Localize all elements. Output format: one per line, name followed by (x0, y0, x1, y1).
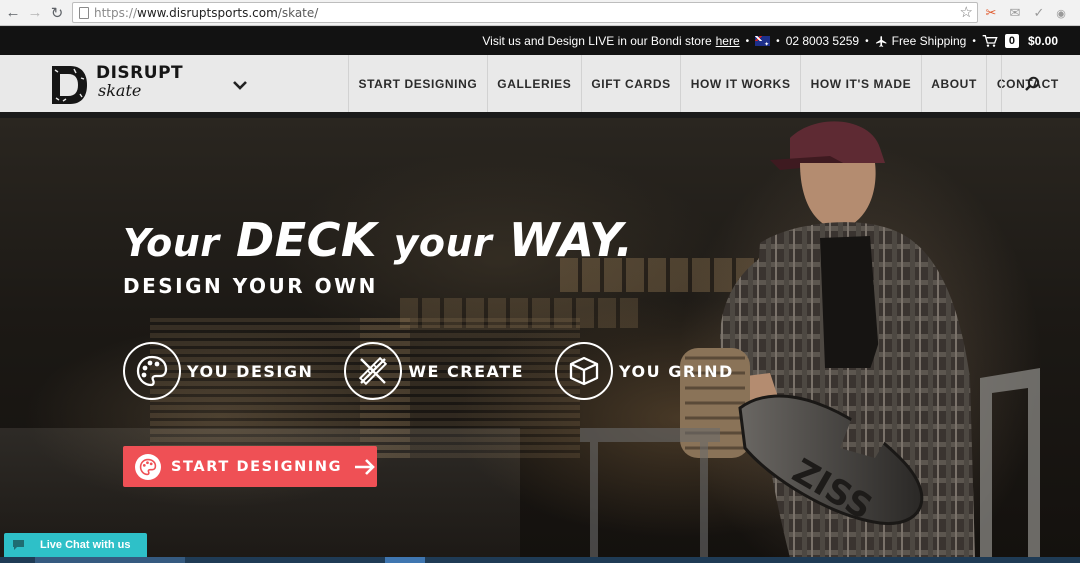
separator-dot: • (745, 35, 750, 47)
plane-icon (875, 35, 886, 47)
australia-flag-icon[interactable] (755, 36, 771, 48)
logo-wordmark: DISRUPT (96, 63, 184, 83)
hero-title-word: Your (123, 221, 220, 265)
cart-link[interactable]: 0 $0.00 (982, 34, 1058, 48)
separator-dot: • (972, 35, 976, 47)
back-icon[interactable]: ← (2, 2, 24, 24)
process-steps: YOU DESIGN WE CREATE YOU GRIND (123, 342, 765, 400)
forward-icon[interactable]: → (24, 2, 46, 24)
cart-count: 0 (1004, 34, 1019, 48)
store-link[interactable]: here (716, 34, 740, 48)
step-label: WE CREATE (408, 361, 525, 381)
extension-check-icon[interactable]: ✓ (1030, 4, 1048, 22)
page-icon (79, 6, 89, 19)
logo[interactable]: DISRUPT skate (50, 64, 183, 106)
nav-how-it-works[interactable]: HOW IT WORKS (680, 55, 800, 112)
main-navigation: DISRUPT skate START DESIGNING GALLERIES … (0, 55, 1080, 115)
start-designing-button[interactable]: START DESIGNING (123, 446, 377, 487)
palette-icon (135, 453, 161, 480)
arrow-right-icon (355, 458, 375, 475)
free-shipping-label: Free Shipping (891, 34, 967, 48)
hero-title-word: DECK (236, 213, 378, 267)
extension-shield-icon[interactable]: ◉ (1052, 4, 1070, 22)
hero-subtitle: DESIGN YOUR OWN (123, 274, 378, 298)
phone-number[interactable]: 02 8003 5259 (786, 34, 859, 48)
live-chat-label: Live Chat with us (40, 539, 131, 551)
disrupt-logo-icon (52, 66, 87, 104)
search-button[interactable] (1001, 55, 1061, 112)
extension-scissors-icon[interactable]: ✂ (982, 4, 1000, 22)
logo-subtext: skate (98, 81, 142, 100)
nav-about[interactable]: ABOUT (920, 55, 987, 112)
hero-photo-stool (580, 428, 720, 558)
nav-links: START DESIGNING GALLERIES GIFT CARDS HOW… (348, 55, 1068, 112)
step-you-design: YOU DESIGN (123, 342, 313, 400)
address-bar[interactable]: https://www.disruptsports.com/skate/ ☆ (72, 2, 978, 23)
reload-icon[interactable]: ↻ (46, 2, 68, 24)
free-shipping[interactable]: Free Shipping (875, 34, 967, 48)
step-label: YOU GRIND (619, 361, 734, 381)
palette-icon (123, 342, 181, 400)
bookmark-star-icon[interactable]: ☆ (960, 3, 973, 22)
extension-mail-icon[interactable]: ✉ (1006, 4, 1024, 22)
separator-dot: • (865, 35, 869, 47)
hero-title: Your DECK your WAY. (123, 213, 633, 267)
nav-how-its-made[interactable]: HOW IT'S MADE (800, 55, 921, 112)
browser-toolbar: ← → ↻ https://www.disruptsports.com/skat… (0, 0, 1080, 26)
tools-icon (344, 342, 403, 400)
live-chat-button[interactable]: Live Chat with us (4, 533, 147, 557)
top-info-bar: Visit us and Design LIVE in our Bondi st… (0, 27, 1080, 55)
hero-title-word: WAY. (508, 213, 634, 267)
hero-title-word: your (393, 221, 493, 265)
chevron-down-icon[interactable] (232, 77, 248, 93)
box-icon (555, 342, 614, 400)
nav-gift-cards[interactable]: GIFT CARDS (580, 55, 680, 112)
cart-icon (982, 35, 998, 47)
nav-start-designing[interactable]: START DESIGNING (348, 55, 487, 112)
separator-dot: • (776, 35, 780, 47)
search-icon (1024, 76, 1039, 91)
store-notice: Visit us and Design LIVE in our Bondi st… (482, 34, 739, 48)
step-we-create: WE CREATE (344, 342, 524, 400)
store-notice-text: Visit us and Design LIVE in our Bondi st… (482, 34, 712, 48)
taskbar-item[interactable] (385, 557, 425, 563)
step-you-grind: YOU GRIND (555, 342, 734, 400)
hero-banner: ZISS Your DECK your WAY. DESIGN YOUR OWN… (0, 118, 1080, 558)
taskbar-item[interactable] (35, 557, 185, 563)
cart-total: $0.00 (1027, 34, 1058, 48)
address-url: https://www.disruptsports.com/skate/ (94, 5, 319, 20)
os-taskbar (0, 557, 1080, 563)
nav-galleries[interactable]: GALLERIES (486, 55, 581, 112)
chat-bubble-icon (13, 540, 24, 550)
step-label: YOU DESIGN (187, 361, 314, 381)
cta-label: START DESIGNING (171, 458, 343, 475)
